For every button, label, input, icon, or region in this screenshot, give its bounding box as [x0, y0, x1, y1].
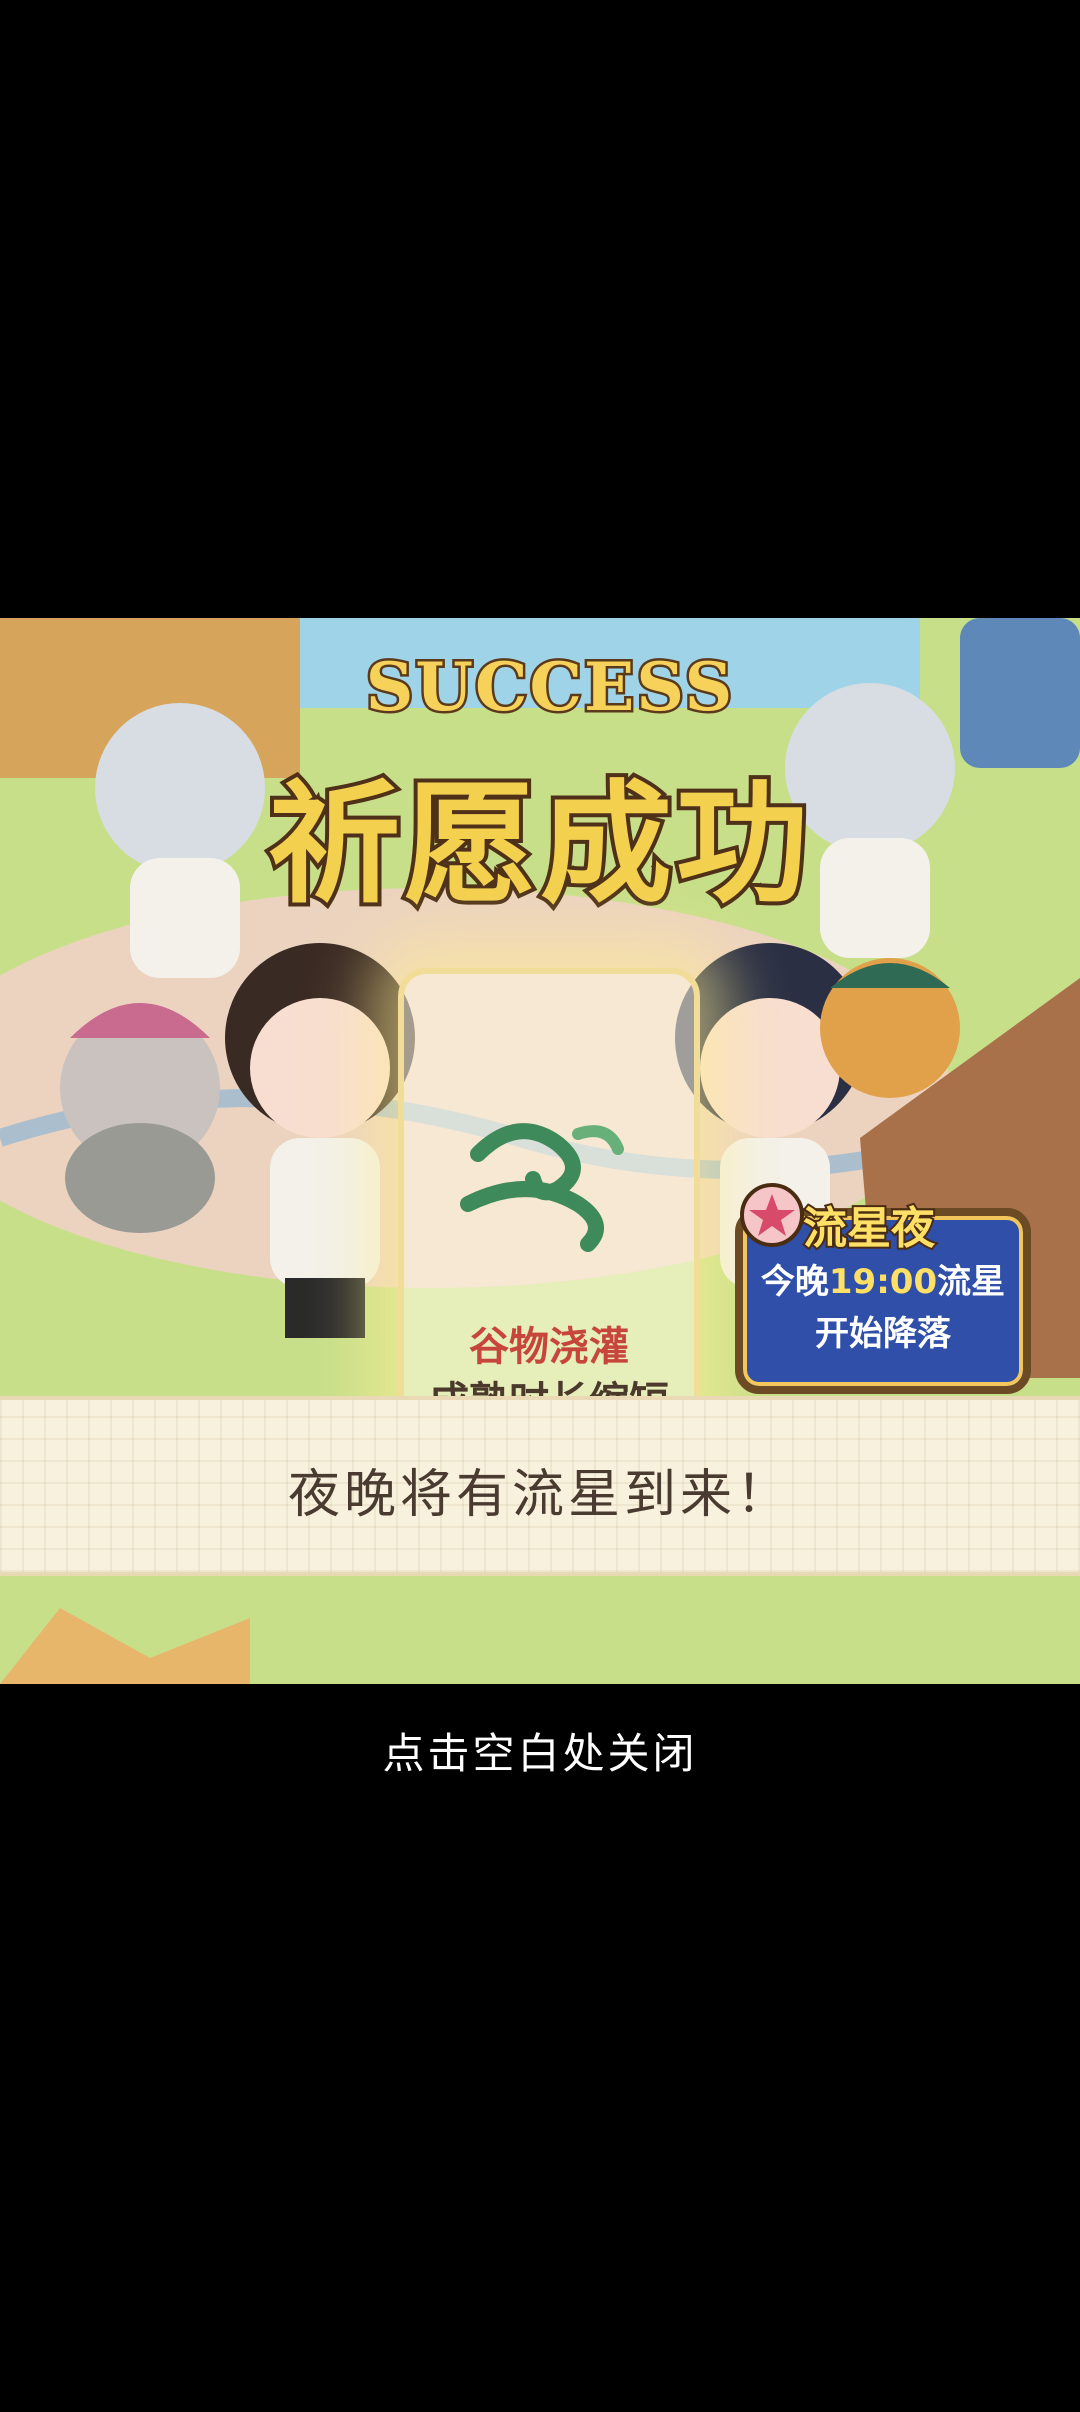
event-start-line: 开始降落 — [815, 1314, 951, 1354]
tiger-npc — [820, 958, 960, 1098]
success-title-en: SUCCESS — [363, 646, 735, 729]
meteor-night-event-badge[interactable]: 流星夜 今晚19:00流星 开始降落 — [735, 1183, 1031, 1394]
message-banner: 夜晚将有流星到来！ — [0, 1396, 1080, 1576]
wish-success-title: 祈愿成功 — [264, 764, 812, 926]
wind-swirl-icon — [460, 1123, 624, 1252]
event-title: 流星夜 — [801, 1201, 937, 1256]
raccoon-npc — [60, 1003, 220, 1233]
tap-blank-to-close-hint[interactable]: 点击空白处关闭 — [0, 1720, 1080, 1781]
shooting-star-icon — [740, 1183, 804, 1247]
event-time-line: 今晚19:00流星 — [760, 1262, 1006, 1302]
reward-name: 谷物浇灌 — [469, 1324, 629, 1370]
banner-message: 夜晚将有流星到来！ — [287, 1465, 792, 1525]
game-scene: SUCCESS 祈愿成功 谷物浇灌 成熟时长缩短 流星夜 今晚19:00流星 开… — [0, 618, 1080, 1684]
